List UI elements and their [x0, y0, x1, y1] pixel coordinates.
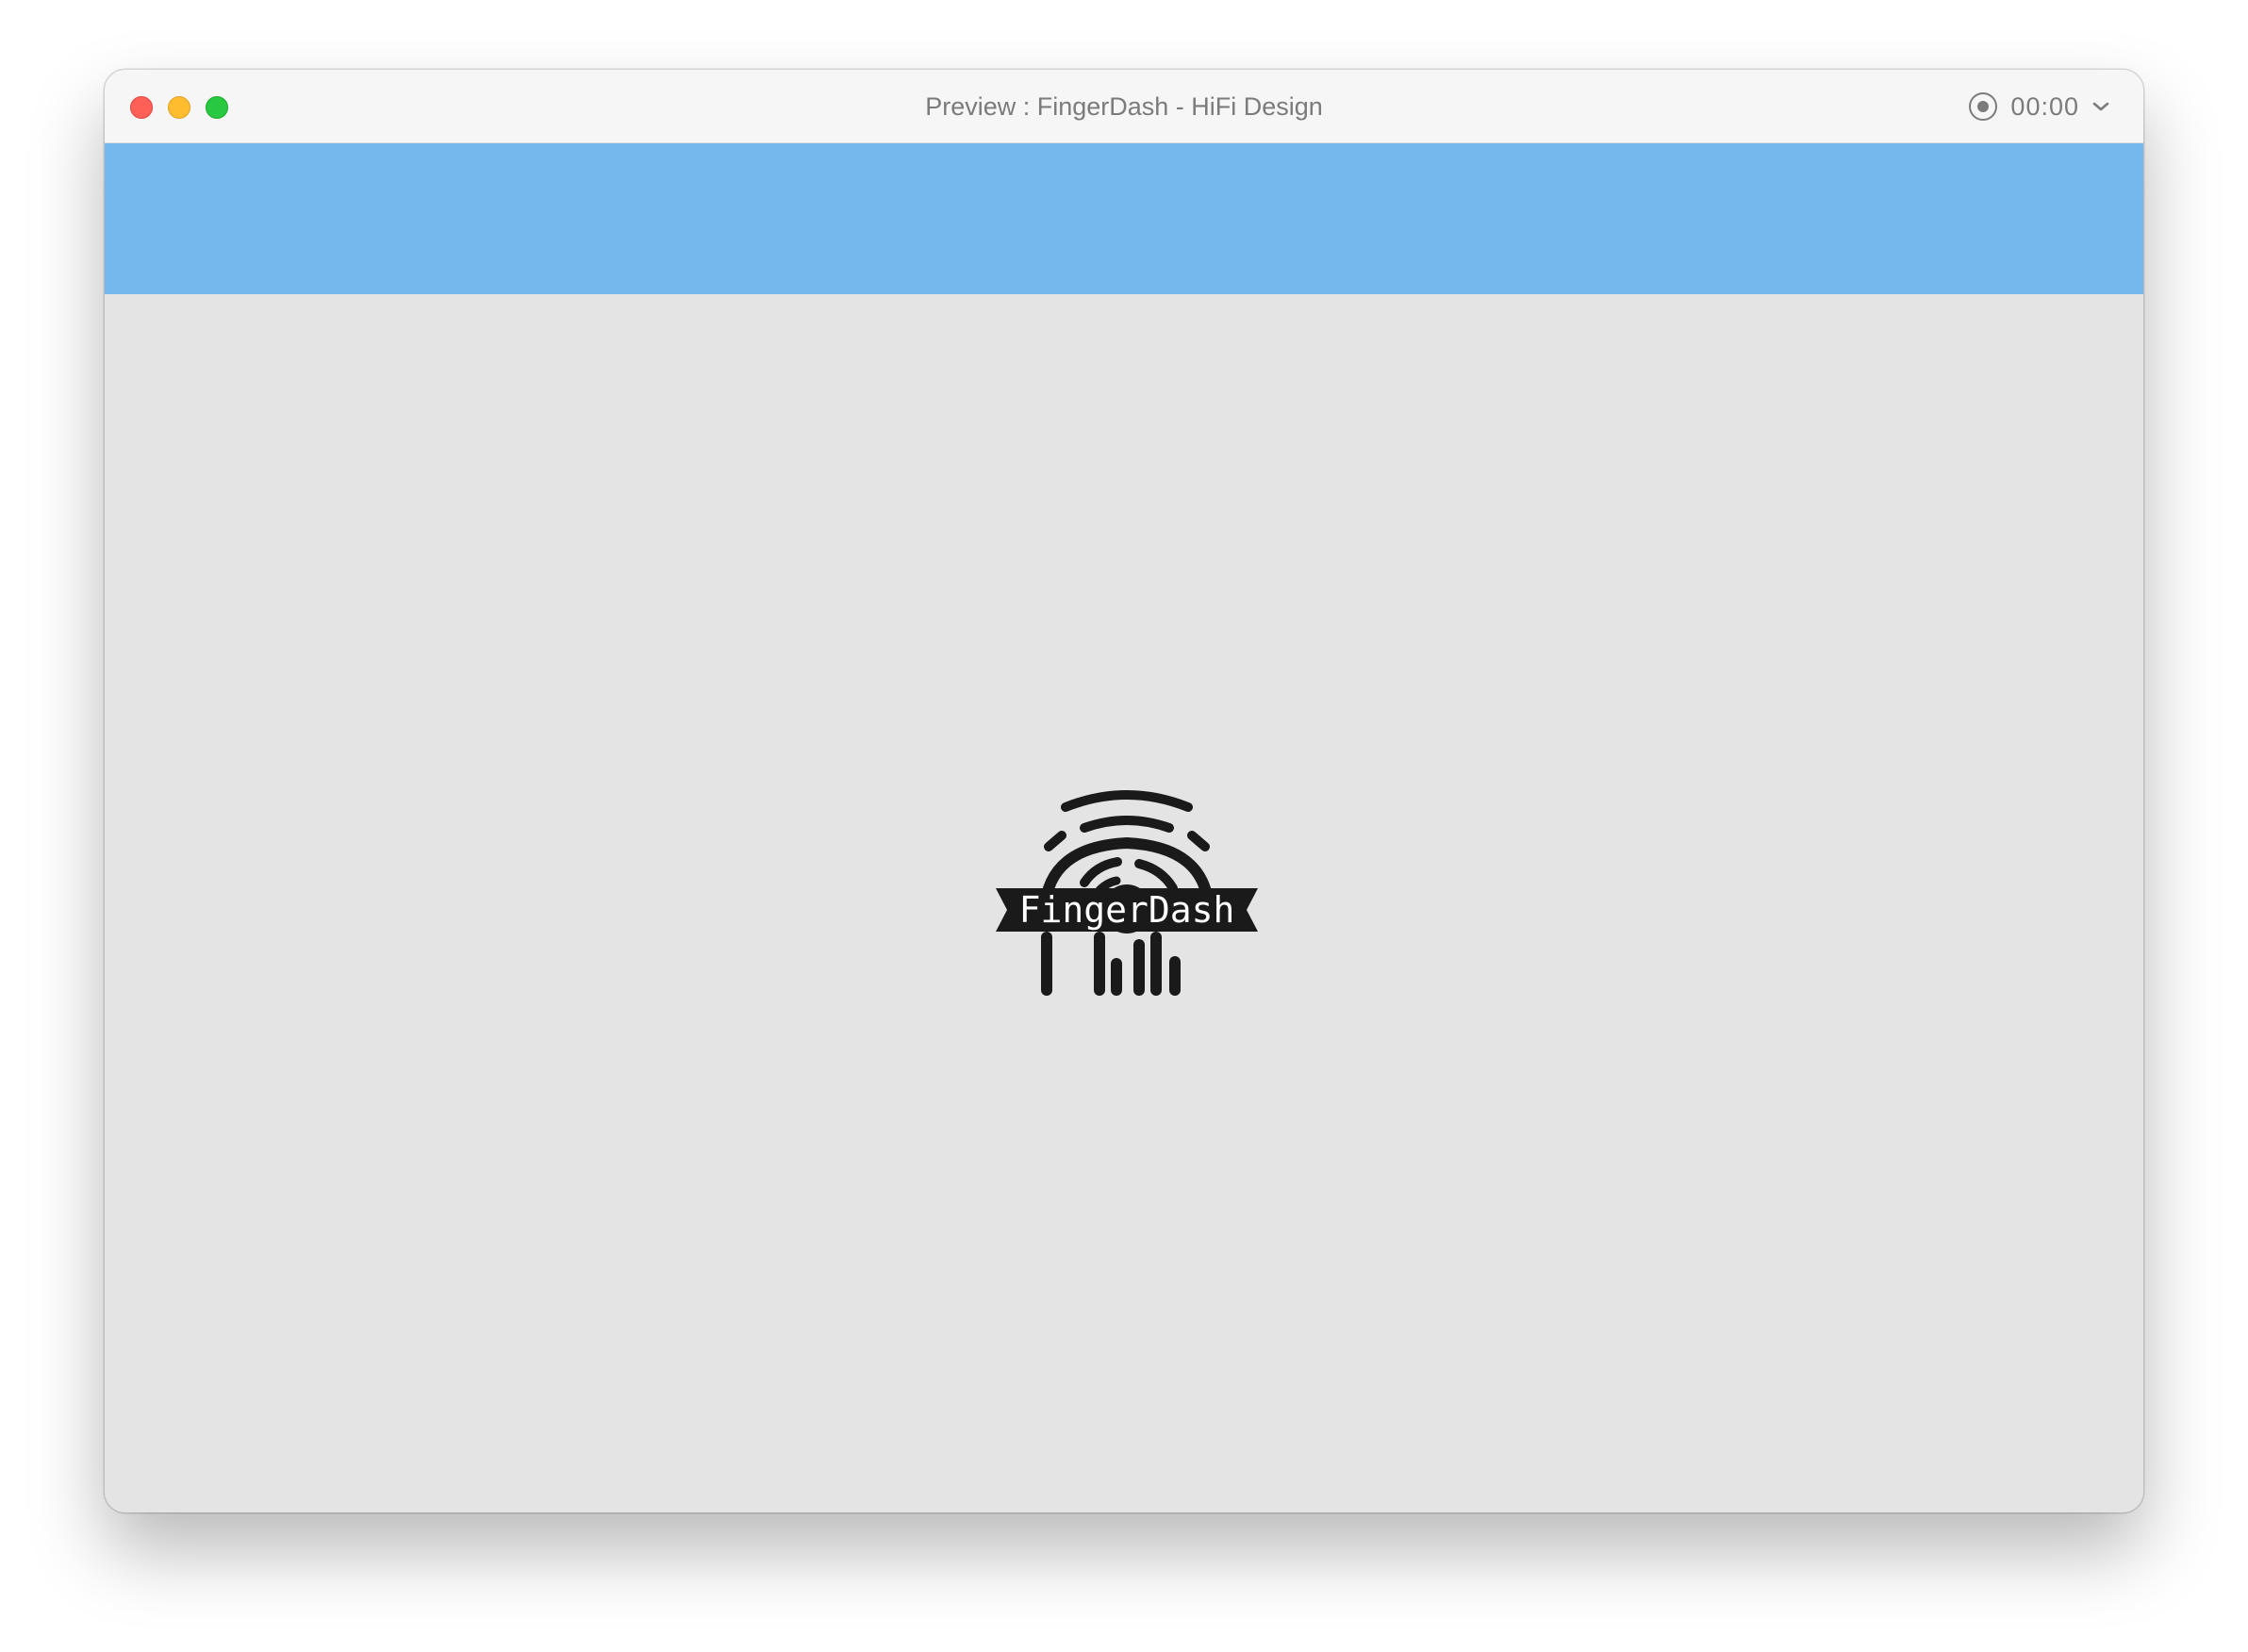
fingerprint-icon: FingerDash [996, 790, 1258, 996]
chevron-down-icon[interactable] [2092, 101, 2109, 112]
preview-window: Preview : FingerDash - HiFi Design 00:00 [105, 70, 2143, 1512]
title-bar[interactable]: Preview : FingerDash - HiFi Design 00:00 [105, 70, 2143, 143]
recording-time: 00:00 [2010, 91, 2079, 121]
fingerdash-logo: FingerDash [990, 788, 1264, 1005]
splash-content: FingerDash [105, 294, 2143, 1512]
recording-control[interactable]: 00:00 [1969, 70, 2109, 143]
window-title: Preview : FingerDash - HiFi Design [925, 92, 1323, 121]
header-banner [105, 143, 2143, 294]
record-icon[interactable] [1969, 92, 1998, 121]
logo-text: FingerDash [1019, 889, 1235, 931]
